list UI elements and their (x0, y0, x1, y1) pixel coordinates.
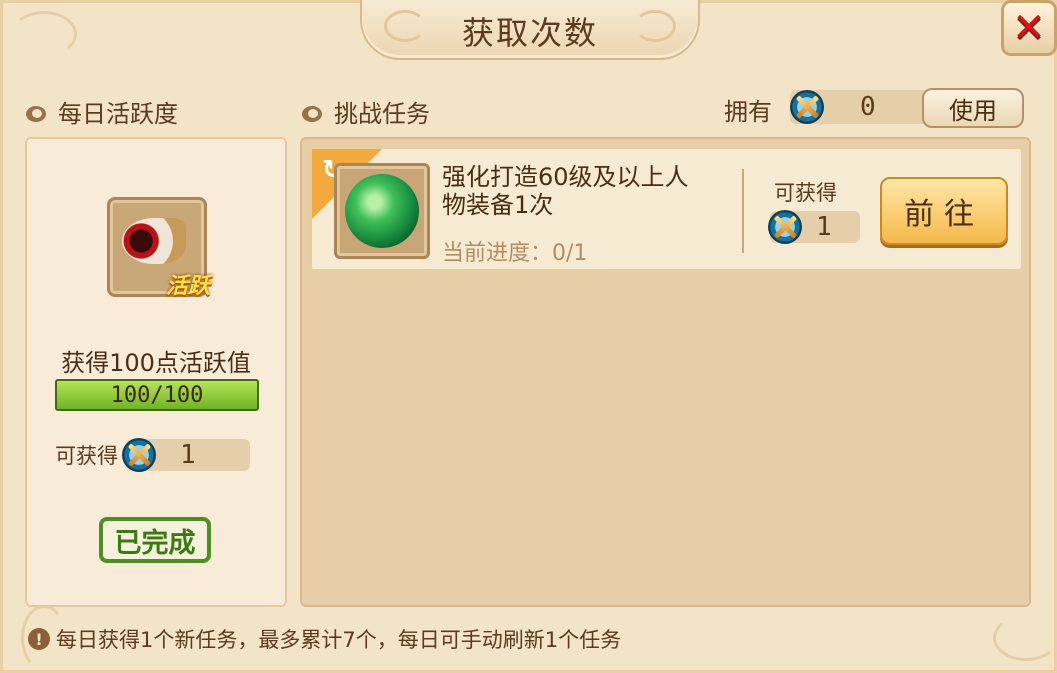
challenge-ticket-icon (122, 438, 156, 472)
task-list: ↻ 强化打造60级及以上人物装备1次 当前进度：0/1 可获得 1 前往 (300, 137, 1031, 607)
challenge-task-header: 挑战任务 (302, 94, 430, 129)
cloud-icon (26, 102, 50, 122)
use-button[interactable]: 使用 (922, 88, 1024, 128)
activity-progress-bar: 100/100 (55, 379, 259, 411)
reward-item-frame[interactable]: 活跃 (107, 197, 210, 299)
daily-activity-label: 每日活跃度 (58, 100, 178, 128)
challenge-task-label: 挑战任务 (334, 100, 430, 128)
cloud-icon (302, 102, 326, 122)
challenge-ticket-icon (768, 210, 802, 244)
daily-activity-box: 活跃 获得100点活跃值 100/100 可获得 1 已完成 (25, 137, 287, 607)
go-button[interactable]: 前往 (880, 177, 1008, 245)
activity-gain-row: 可获得 1 (55, 438, 250, 472)
progress-text: 100/100 (110, 383, 204, 408)
task-title: 强化打造60级及以上人物装备1次 (442, 163, 689, 219)
gain-pill: 1 (122, 438, 250, 472)
task-gain-value: 1 (816, 212, 832, 242)
task-gain-label: 可获得 (774, 181, 837, 205)
gain-value: 1 (180, 440, 196, 470)
footer-note: ! 每日获得1个新任务，最多累计7个，每日可手动刷新1个任务 (28, 624, 621, 654)
jade-dragon-icon (345, 174, 419, 248)
horn-icon (122, 218, 186, 264)
activity-reward-title: 获得100点活跃值 (61, 349, 251, 377)
close-button[interactable]: ✕ (1001, 0, 1057, 56)
own-pill: 0 (790, 90, 940, 124)
own-value: 0 (860, 92, 876, 122)
task-gain-pill: 1 (768, 210, 860, 244)
gain-label: 可获得 (55, 444, 118, 468)
divider (742, 169, 744, 253)
task-item-frame[interactable] (334, 163, 430, 259)
task-card: ↻ 强化打造60级及以上人物装备1次 当前进度：0/1 可获得 1 前往 (310, 147, 1023, 271)
activity-tag: 活跃 (165, 274, 210, 299)
close-icon: ✕ (1012, 5, 1046, 51)
completed-button[interactable]: 已完成 (99, 517, 211, 563)
task-progress: 当前进度：0/1 (442, 241, 588, 266)
decor-swirl (11, 11, 77, 57)
own-label: 拥有 (724, 98, 772, 126)
info-icon: ! (28, 628, 50, 650)
cloud-decor-icon (634, 10, 676, 42)
footer-text: 每日获得1个新任务，最多累计7个，每日可手动刷新1个任务 (56, 628, 622, 652)
challenge-ticket-icon (790, 90, 824, 124)
decor-swirl (993, 615, 1057, 661)
daily-activity-header: 每日活跃度 (26, 94, 178, 129)
title-tab: 获取次数 (360, 0, 700, 60)
